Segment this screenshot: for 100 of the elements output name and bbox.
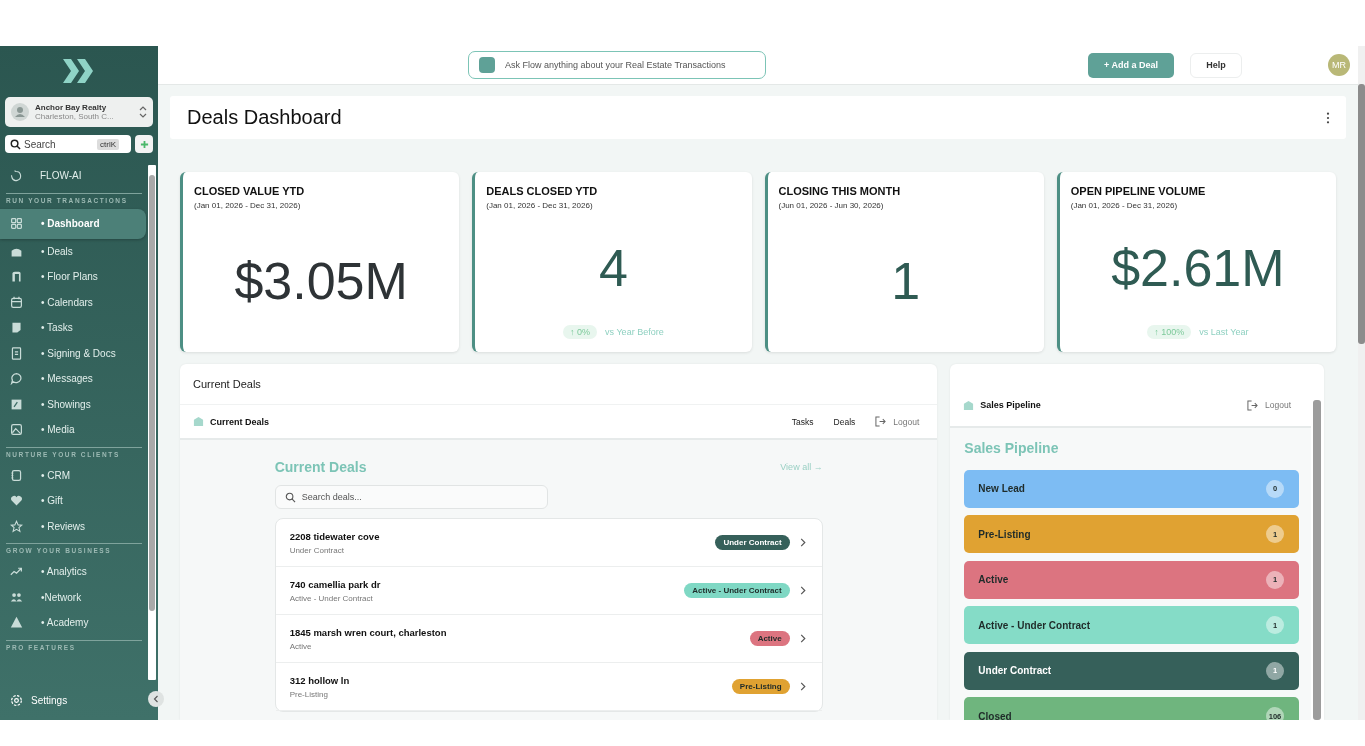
- plus-icon: [139, 139, 149, 149]
- logout-link[interactable]: Logout: [1247, 399, 1291, 411]
- nav-item[interactable]: • Reviews: [0, 513, 146, 539]
- board-icon: [10, 397, 23, 411]
- comparison-text: vs Last Year: [1199, 327, 1249, 337]
- status-badge: Pre-Listing: [731, 679, 790, 694]
- search-field[interactable]: Search ctrlK: [5, 135, 131, 153]
- section-title: Current Deals: [210, 416, 270, 427]
- chevron-right-icon: [799, 586, 806, 595]
- scrollbar[interactable]: [1358, 46, 1365, 720]
- nav-item[interactable]: • Deals: [0, 238, 146, 264]
- logout-icon: [1247, 399, 1258, 411]
- organization-location: Charleston, South C...: [35, 112, 115, 121]
- help-button[interactable]: Help: [1190, 52, 1242, 78]
- stat-title: CLOSING THIS MONTH: [778, 185, 902, 197]
- chevron-right-icon: [799, 538, 806, 547]
- ask-field[interactable]: Ask Flow anything about your Real Estate Transactions: [468, 51, 766, 79]
- section-title: Sales Pipeline: [980, 400, 1041, 410]
- search-icon: [10, 138, 21, 150]
- dashboard-icon: [10, 217, 23, 230]
- nav-item[interactable]: FLOW-AI: [0, 163, 146, 189]
- stat-title: OPEN PIPELINE VOLUME: [1070, 185, 1207, 197]
- building-icon: [963, 399, 975, 411]
- status-badge: Active: [749, 631, 790, 646]
- door-icon: [10, 270, 23, 284]
- chevron-left-icon: [153, 695, 159, 703]
- comparison-text: vs Year Before: [605, 327, 664, 337]
- document-icon: [10, 346, 23, 360]
- deal-address: 2208 tidewater cove: [289, 530, 381, 542]
- nav-item[interactable]: • Calendars: [0, 289, 146, 315]
- chevron-right-icon: [799, 634, 806, 643]
- pipeline-title: Sales Pipeline: [964, 440, 1060, 456]
- people-icon: [10, 590, 23, 604]
- deal-search-input[interactable]: Search deals...: [301, 492, 419, 502]
- up-down-icon: [139, 106, 147, 118]
- header-link[interactable]: Tasks: [791, 416, 814, 427]
- date-range: (Jan 01, 2026 - Dec 31, 2026): [194, 201, 302, 210]
- nav-item[interactable]: • Academy: [0, 610, 146, 636]
- deal-row[interactable]: 312 hollow ln Pre-Listing Pre-Listing: [275, 663, 822, 711]
- deal-address: 1845 marsh wren court, charleston: [289, 626, 448, 638]
- settings-link[interactable]: Settings: [0, 680, 158, 720]
- nav-item[interactable]: • Analytics: [0, 559, 146, 585]
- deal-status: Pre-Listing: [289, 689, 329, 699]
- nav-item[interactable]: • Gift: [0, 488, 146, 514]
- deal-status: Under Contract: [289, 545, 345, 555]
- stat-value: 4: [598, 241, 628, 294]
- deals-title: Current Deals: [274, 459, 367, 475]
- nav-item[interactable]: • Tasks: [0, 315, 146, 341]
- settings-icon: [10, 693, 23, 707]
- note-icon: [10, 321, 23, 335]
- nav-item[interactable]: • CRM: [0, 462, 146, 488]
- stat-value: $2.61M: [1111, 241, 1285, 294]
- change-badge: ↑ 0%: [563, 325, 598, 339]
- search-icon: [284, 491, 296, 503]
- deal-row[interactable]: 740 camellia park dr Active - Under Contract Active - Under Contract: [275, 567, 822, 615]
- logout-link[interactable]: Logout: [875, 416, 920, 427]
- search-input[interactable]: Search: [24, 138, 94, 150]
- chat-bubble-icon: [10, 372, 23, 386]
- header-link[interactable]: Deals: [833, 416, 856, 427]
- deal-row[interactable]: 2208 tidewater cove Under Contract Under Contract: [275, 519, 822, 567]
- logout-icon: [875, 416, 887, 427]
- calendar-icon: [10, 295, 23, 309]
- nav-item[interactable]: • Media: [0, 417, 146, 443]
- nav-item[interactable]: •Network: [0, 584, 146, 610]
- stat-value: $3.05M: [234, 255, 408, 307]
- change-badge: ↑ 100%: [1147, 325, 1192, 339]
- scrollbar[interactable]: [148, 165, 156, 680]
- chevrons-logo: [62, 58, 96, 84]
- panel-title: Current Deals: [180, 364, 938, 405]
- status-badge: Under Contract: [715, 535, 790, 550]
- triangle-icon: [10, 616, 23, 630]
- nav-item[interactable]: • Showings: [0, 391, 146, 417]
- collapse-button[interactable]: [148, 691, 164, 707]
- deal-address: 312 hollow ln: [289, 674, 351, 686]
- heart-icon: [10, 494, 23, 508]
- nav-item[interactable]: • Dashboard: [0, 208, 146, 239]
- stat-title: DEALS CLOSED YTD: [486, 185, 599, 197]
- building-icon: [193, 416, 204, 427]
- star-icon: [10, 519, 23, 533]
- organization-name: Anchor Bay Realty: [35, 103, 108, 112]
- page-title: Deals Dashboard: [187, 106, 342, 129]
- deal-status: Active - Under Contract: [289, 593, 374, 603]
- deal-row[interactable]: 1845 marsh wren court, charleston Active Active: [275, 615, 822, 663]
- organization-switcher[interactable]: Anchor Bay Realty Charleston, South C...: [5, 97, 153, 127]
- avatar-icon: [11, 103, 29, 121]
- date-range: (Jan 01, 2026 - Dec 31, 2026): [486, 201, 594, 210]
- add-button[interactable]: [135, 135, 153, 153]
- more-icon[interactable]: [1326, 111, 1330, 124]
- deal-search-field[interactable]: Search deals...: [274, 485, 548, 509]
- stat-title: CLOSED VALUE YTD: [194, 185, 306, 197]
- image-icon: [10, 423, 23, 437]
- nav-item[interactable]: • Messages: [0, 366, 146, 392]
- nav-item[interactable]: • Floor Plans: [0, 264, 146, 290]
- notebook-icon: [10, 468, 23, 482]
- chevron-right-icon: [799, 682, 806, 691]
- date-range: (Jan 01, 2026 - Dec 31, 2026): [1070, 201, 1179, 210]
- nav-item[interactable]: • Signing & Docs: [0, 340, 146, 366]
- status-badge: Active - Under Contract: [684, 583, 790, 598]
- shortcut-hint: ctrlK: [97, 138, 119, 150]
- deal-status: Active: [289, 641, 313, 651]
